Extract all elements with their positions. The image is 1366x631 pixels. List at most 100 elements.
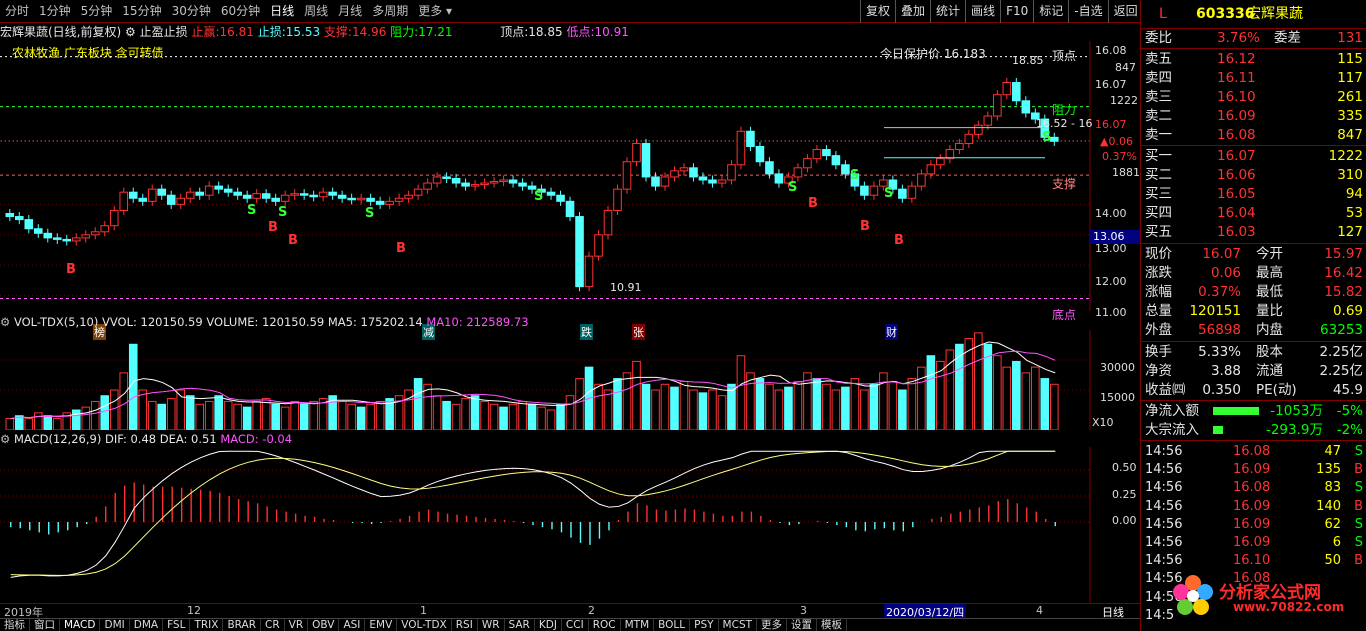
stats-button[interactable]: 统计 [930,0,965,23]
tab-fenshi[interactable]: 分时 [0,0,34,23]
macd-name[interactable]: MACD(12,26,9) [14,432,101,446]
ask-label: 卖二 [1145,108,1172,124]
bid-row[interactable]: 买五 16.03 127 [1141,223,1366,242]
ask-row[interactable]: 卖五 16.12 115 [1141,50,1366,69]
ask-label: 卖三 [1145,89,1172,105]
volume-bar [622,372,632,430]
bid-row[interactable]: 买四 16.04 53 [1141,204,1366,223]
zhiying-value: 16.81 [219,25,254,39]
candle [451,177,461,184]
indicator-tab[interactable]: ASI [339,619,366,631]
candle [328,191,337,196]
flow-label: 净流入额 [1145,403,1199,419]
gear-icon[interactable]: ⚙ [125,25,136,39]
indicator-tab[interactable]: SAR [505,619,535,631]
axis-label: 0.25 [1112,488,1137,501]
ask-row[interactable]: 卖四 16.11 117 [1141,69,1366,88]
ask-row[interactable]: 卖二 16.09 335 [1141,107,1366,126]
indicator-tab[interactable]: 设置 [787,619,818,631]
indicator-tab[interactable]: 指标 [0,619,30,631]
axis-label: 1222 [1110,94,1138,107]
flow-bar [1213,407,1259,415]
indicator-tab[interactable]: MCST [719,619,758,631]
tab-5min[interactable]: 5分钟 [76,0,118,23]
candle [1050,136,1059,142]
candle [290,193,299,196]
indicator-tab[interactable]: KDJ [535,619,562,631]
volume-chart[interactable] [0,330,1140,430]
mark-button[interactable]: 标记 [1033,0,1068,23]
buy-signal: B [66,262,76,277]
gear-icon[interactable]: ⚙ [0,315,10,329]
draw-button[interactable]: 画线 [965,0,1000,23]
tick-volume: 62 [1324,516,1341,532]
flow-label: 大宗流入 [1145,422,1199,438]
tab-monthly[interactable]: 月线 [333,0,367,23]
indicator-tab[interactable]: VR [285,619,309,631]
tab-weekly[interactable]: 周线 [299,0,333,23]
indicator-tab[interactable]: CCI [562,619,589,631]
indicator-tab[interactable]: MTM [621,619,655,631]
indicator-tab[interactable]: RSI [452,619,478,631]
candle [727,164,736,181]
f10-button[interactable]: F10 [1000,0,1033,23]
ask-row[interactable]: 卖一 16.08 847 [1141,126,1366,145]
stock-name: 宏辉果蔬 [1247,6,1303,22]
indicator-tab[interactable]: DMI [100,619,130,631]
indicator-tab[interactable]: ROC [589,619,621,631]
tick-volume: 140 [1316,498,1341,514]
indicator-tab[interactable]: BOLL [654,619,691,631]
candle [765,161,774,175]
indicator-tab[interactable]: PSY [690,619,719,631]
ask-row[interactable]: 卖三 16.10 261 [1141,88,1366,107]
indicator-tab[interactable]: 模板 [817,619,848,631]
indicator-tab[interactable]: CR [261,619,285,631]
indicator-tab[interactable]: OBV [308,619,340,631]
candlestick-chart[interactable]: BBBBBBBS S SSSSSS [0,41,1140,311]
tab-30min[interactable]: 30分钟 [167,0,216,23]
candle [917,173,926,187]
candle [309,194,318,198]
volume-bar [888,380,898,430]
macd-chart[interactable] [0,447,1140,603]
flow-row: 净流入额 -1053万 -5% [1141,402,1366,421]
top-label: 顶点: [500,25,529,39]
back-button[interactable]: 返回 [1107,0,1143,23]
tab-60min[interactable]: 60分钟 [216,0,265,23]
volume-bar [860,389,869,430]
indicator-tab[interactable]: BRAR [223,619,261,631]
fuquan-button[interactable]: 复权 [860,0,895,23]
volume-bar [214,395,223,430]
candle [603,209,613,236]
indicator-tab[interactable]: MACD [60,619,101,631]
bid-row[interactable]: 买二 16.06 310 [1141,166,1366,185]
indicator-tab[interactable]: VOL-TDX [397,619,452,631]
volume-bar [575,378,584,430]
bid-row[interactable]: 买三 16.05 94 [1141,185,1366,204]
candle [860,185,869,196]
overlay-button[interactable]: 叠加 [895,0,930,23]
tab-more[interactable]: 更多 ▾ [413,0,457,23]
volume-name[interactable]: VOL-TDX(5,10) [14,315,98,329]
stock-title[interactable]: 宏辉果蔬(日线,前复权) [0,25,121,39]
tab-1min[interactable]: 1分钟 [34,0,76,23]
watchlist-button[interactable]: -自选 [1068,0,1107,23]
indicator-tab[interactable]: WR [478,619,505,631]
indicator-tab[interactable]: TRIX [190,619,224,631]
indicator-tab[interactable]: DMA [130,619,164,631]
sector-tags: 农林牧渔 广东板块 含可转债 [12,46,164,60]
indicator-tab[interactable]: 更多 [757,619,788,631]
gear-icon[interactable]: ⚙ [0,432,10,446]
tab-15min[interactable]: 15分钟 [117,0,166,23]
indicator-tab[interactable]: FSL [163,619,191,631]
tab-multi-period[interactable]: 多周期 [367,0,413,23]
time-label: 1 [420,604,427,617]
stat-value: 0.37% [1198,284,1241,300]
sell-signal: S [850,168,859,183]
indicator-tab[interactable]: 窗口 [30,619,60,631]
tab-daily[interactable]: 日线 [265,0,299,23]
candle [1002,82,1012,96]
indicator-tab[interactable]: EMV [365,619,398,631]
bid-row[interactable]: 买一 16.07 1222 [1141,147,1366,166]
buy-signal: B [808,196,818,211]
